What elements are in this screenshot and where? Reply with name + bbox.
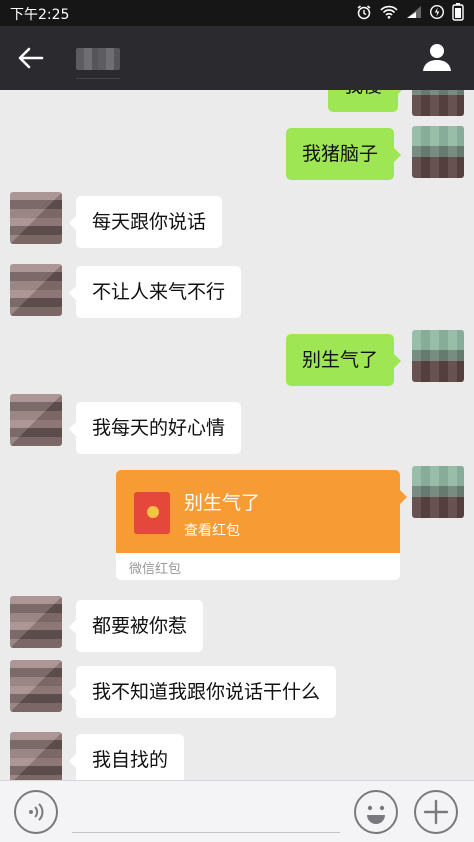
message-bubble-self[interactable]: 别生气了: [286, 334, 402, 386]
message-bubble-self[interactable]: 我猪脑子: [286, 128, 402, 180]
voice-button[interactable]: [14, 790, 58, 834]
message-bubble-self[interactable]: 我傻: [328, 90, 406, 112]
charging-icon: [430, 4, 444, 20]
status-bar: 下午2:25: [0, 0, 474, 26]
plus-icon: [423, 799, 449, 825]
emoji-icon: [367, 805, 385, 824]
contact-avatar[interactable]: [10, 732, 62, 780]
input-bar: [0, 780, 474, 842]
message-input[interactable]: [72, 789, 340, 833]
red-packet-card[interactable]: 别生气了 查看红包 微信红包: [116, 470, 407, 580]
status-time: 下午2:25: [10, 7, 70, 23]
alarm-icon: [356, 4, 372, 20]
contact-avatar[interactable]: [10, 192, 62, 244]
chat-header: ██: [0, 26, 474, 90]
status-icons: [356, 3, 464, 21]
red-packet-label: 微信红包: [129, 562, 182, 577]
emoji-button[interactable]: [354, 790, 398, 834]
contact-avatar[interactable]: [10, 660, 62, 712]
message-bubble-other[interactable]: 我不知道我跟你说话干什么: [68, 666, 337, 718]
profile-icon: [423, 44, 451, 71]
my-avatar[interactable]: [412, 126, 464, 178]
back-arrow-icon: [18, 47, 44, 69]
battery-icon: [452, 3, 464, 21]
voice-icon: [29, 803, 44, 821]
coin-icon: [147, 506, 159, 518]
contact-avatar[interactable]: [10, 596, 62, 648]
chat-info-button[interactable]: [422, 42, 452, 72]
my-avatar[interactable]: [412, 466, 464, 518]
message-bubble-other[interactable]: 我自找的: [68, 734, 185, 780]
contact-avatar[interactable]: [10, 394, 62, 446]
back-button[interactable]: [14, 43, 48, 73]
red-packet-title: 别生气了: [184, 492, 261, 514]
more-button[interactable]: [414, 790, 458, 834]
message-bubble-other[interactable]: 每天跟你说话: [68, 196, 223, 248]
contact-name: ██: [76, 48, 120, 70]
message-bubble-other[interactable]: 我每天的好心情: [68, 402, 242, 454]
message-bubble-other[interactable]: 不让人来气不行: [68, 266, 242, 318]
red-packet-action: 查看红包: [184, 523, 240, 539]
title-divider: [76, 78, 120, 79]
message-list[interactable]: 我傻 我猪脑子 每天跟你说话 不让人来气不行 别生气了 我每天的好心情 别生气了…: [0, 90, 474, 780]
wifi-icon: [380, 5, 398, 19]
contact-avatar[interactable]: [10, 264, 62, 316]
signal-icon: [406, 5, 422, 19]
red-envelope-icon: [134, 492, 170, 534]
my-avatar[interactable]: [412, 330, 464, 382]
my-avatar[interactable]: [412, 90, 464, 116]
message-bubble-other[interactable]: 都要被你惹: [68, 600, 204, 652]
